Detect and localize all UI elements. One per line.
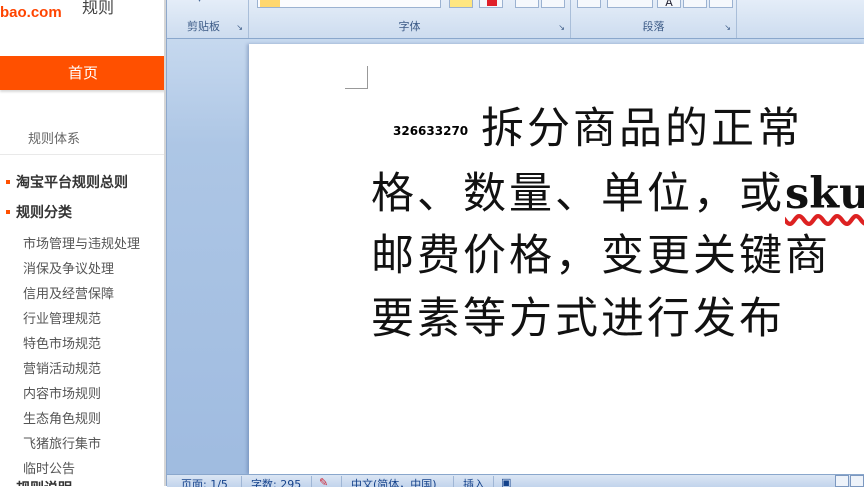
category-link[interactable]: 飞猪旅行集市: [23, 433, 101, 452]
status-separator: [493, 476, 494, 487]
font-label: 字体: [398, 20, 421, 33]
clipboard-launcher-icon[interactable]: ↘: [236, 23, 243, 32]
font-launcher-icon[interactable]: ↘: [558, 23, 565, 32]
word-window: ▾ 剪贴板 ↘ 字体 ↘ A 段落 ↘ 326633270 拆分商品的正常 格、…: [166, 0, 864, 487]
language-indicator[interactable]: 中文(简体，中国): [351, 476, 437, 487]
category-link[interactable]: 内容市场规则: [23, 383, 101, 402]
nav-home-button[interactable]: 首页: [0, 56, 166, 90]
category-link[interactable]: 信用及经营保障: [23, 283, 114, 302]
ribbon: ▾ 剪贴板 ↘ 字体 ↘ A 段落 ↘: [167, 0, 864, 39]
document-line-4: 要素等方式进行发布: [371, 294, 785, 344]
full-screen-view-icon[interactable]: [850, 475, 864, 487]
text-direction-icon[interactable]: A: [657, 0, 681, 8]
document-page[interactable]: 326633270 拆分商品的正常 格、数量、单位，或sku 邮费价格，变更关键…: [249, 44, 864, 474]
taobao-logo[interactable]: bao.com: [0, 4, 62, 21]
document-line-2-bold: sku: [785, 169, 864, 219]
status-separator: [341, 476, 342, 487]
font-color-icon[interactable]: [479, 0, 503, 8]
document-line-2-text: 格、数量、单位，或: [371, 169, 785, 219]
shading-icon[interactable]: [607, 0, 653, 8]
grow-font-icon[interactable]: [515, 0, 539, 8]
highlight-icon[interactable]: [449, 0, 473, 8]
paragraph-label: 段落: [642, 20, 665, 33]
print-layout-view-icon[interactable]: [835, 475, 849, 487]
category-link[interactable]: 市场管理与违规处理: [23, 233, 140, 252]
page-count[interactable]: 页面: 1/5: [181, 476, 228, 487]
sort-icon[interactable]: [683, 0, 707, 8]
document-line-2: 格、数量、单位，或sku: [371, 159, 864, 221]
general-rules-link[interactable]: 淘宝平台规则总则: [6, 172, 128, 192]
show-marks-icon[interactable]: [709, 0, 733, 8]
category-link[interactable]: 营销活动规范: [23, 358, 101, 377]
clipboard-group: ▾ 剪贴板 ↘: [167, 0, 249, 38]
status-separator: [241, 476, 242, 487]
rules-sidebar: bao.com 规则 首页 规则体系 淘宝平台规则总则 规则分类 市场管理与违规…: [0, 0, 166, 486]
borders-icon[interactable]: [577, 0, 601, 8]
paragraph-launcher-icon[interactable]: ↘: [724, 23, 731, 32]
font-group: 字体 ↘: [249, 0, 571, 38]
document-line-1: 拆分商品的正常: [481, 104, 803, 154]
macro-record-icon[interactable]: ▣: [501, 476, 511, 487]
proofing-icon[interactable]: ✎: [319, 476, 328, 487]
paste-arrow-icon[interactable]: ▾: [197, 0, 219, 5]
font-name-box[interactable]: [257, 0, 441, 8]
status-separator: [311, 476, 312, 487]
category-link[interactable]: 特色市场规范: [23, 333, 101, 352]
rules-title: 规则: [82, 0, 115, 17]
rules-explanation-link[interactable]: 规则说明: [16, 478, 72, 486]
shrink-font-icon[interactable]: [541, 0, 565, 8]
divider: [0, 154, 166, 155]
category-link[interactable]: 消保及争议处理: [23, 258, 114, 277]
margin-corner-mark: [345, 66, 368, 89]
category-link[interactable]: 临时公告: [23, 458, 75, 477]
word-count[interactable]: 字数: 295: [251, 476, 301, 487]
status-separator: [453, 476, 454, 487]
status-bar: 页面: 1/5 字数: 295 ✎ 中文(简体，中国) 插入 ▣: [167, 474, 864, 487]
styles-group: [737, 0, 864, 38]
font-color-swatch: [260, 0, 280, 7]
category-header[interactable]: 规则分类: [6, 202, 72, 222]
category-link[interactable]: 行业管理规范: [23, 308, 101, 327]
insert-mode[interactable]: 插入: [463, 476, 485, 487]
font-color-red-swatch: [487, 0, 497, 6]
document-code-text: 326633270: [393, 124, 469, 138]
category-link[interactable]: 生态角色规则: [23, 408, 101, 427]
document-line-3: 邮费价格，变更关键商: [371, 231, 831, 281]
rule-system-label[interactable]: 规则体系: [28, 128, 80, 147]
paragraph-group: A 段落 ↘: [571, 0, 737, 38]
